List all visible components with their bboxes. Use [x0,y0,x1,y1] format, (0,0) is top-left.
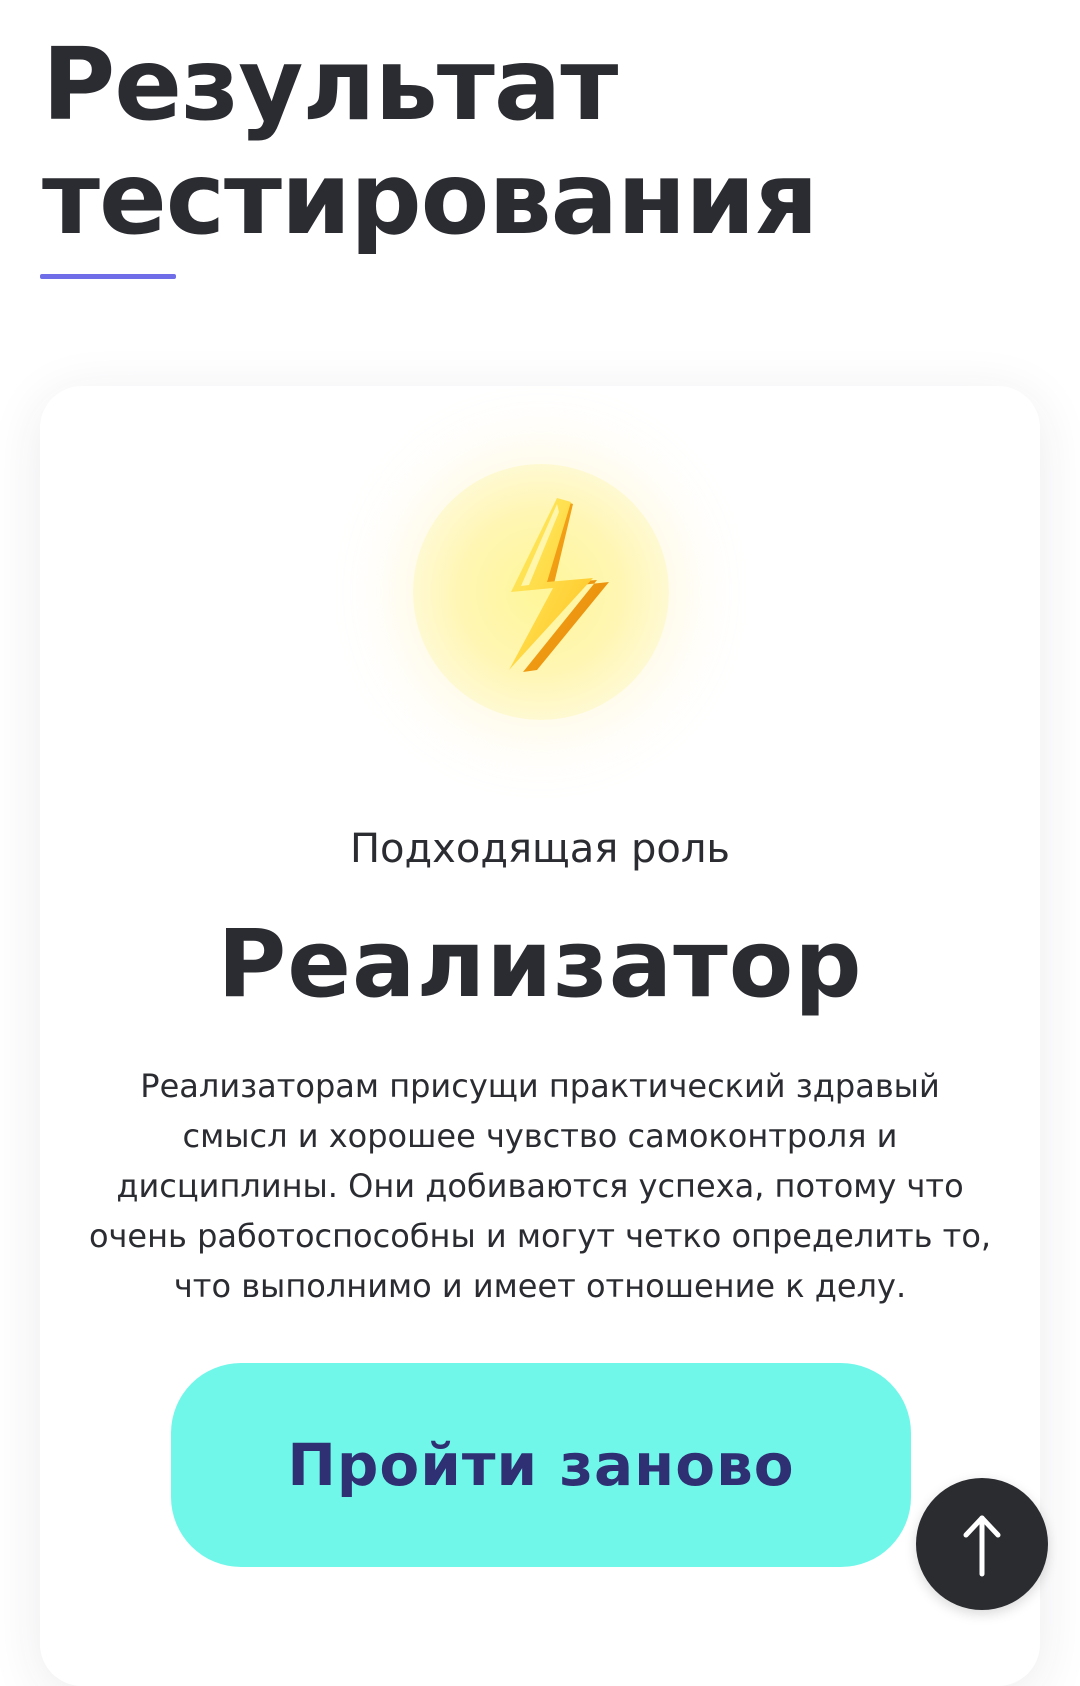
lightning-icon [413,464,669,720]
page-title: Результат тестирования [42,28,1042,256]
description-line: дисциплины. Они добиваются успеха, потом… [116,1167,964,1205]
description-line: смысл и хорошее чувство самоконтроля и [182,1117,898,1155]
role-caption: Подходящая роль [349,826,731,872]
arrow-up-icon [963,1515,1001,1577]
description-line: что выполнимо и имеет отношение к делу. [173,1267,907,1305]
retry-button[interactable]: Пройти заново [171,1363,911,1567]
role-description: Реализаторам присущи практический здравы… [40,1061,1040,1311]
description-line: очень работоспособны и могут четко опред… [88,1217,992,1255]
scroll-top-button[interactable] [916,1478,1048,1610]
page-title-line-2: тестирования [42,140,819,257]
role-name: Реализатор [217,910,863,1019]
page-title-line-1: Результат [42,26,618,143]
description-line: Реализаторам присущи практический здравы… [140,1067,940,1105]
title-underline [40,274,176,279]
result-card: Подходящая роль Реализатор Реализаторам … [40,386,1040,1686]
